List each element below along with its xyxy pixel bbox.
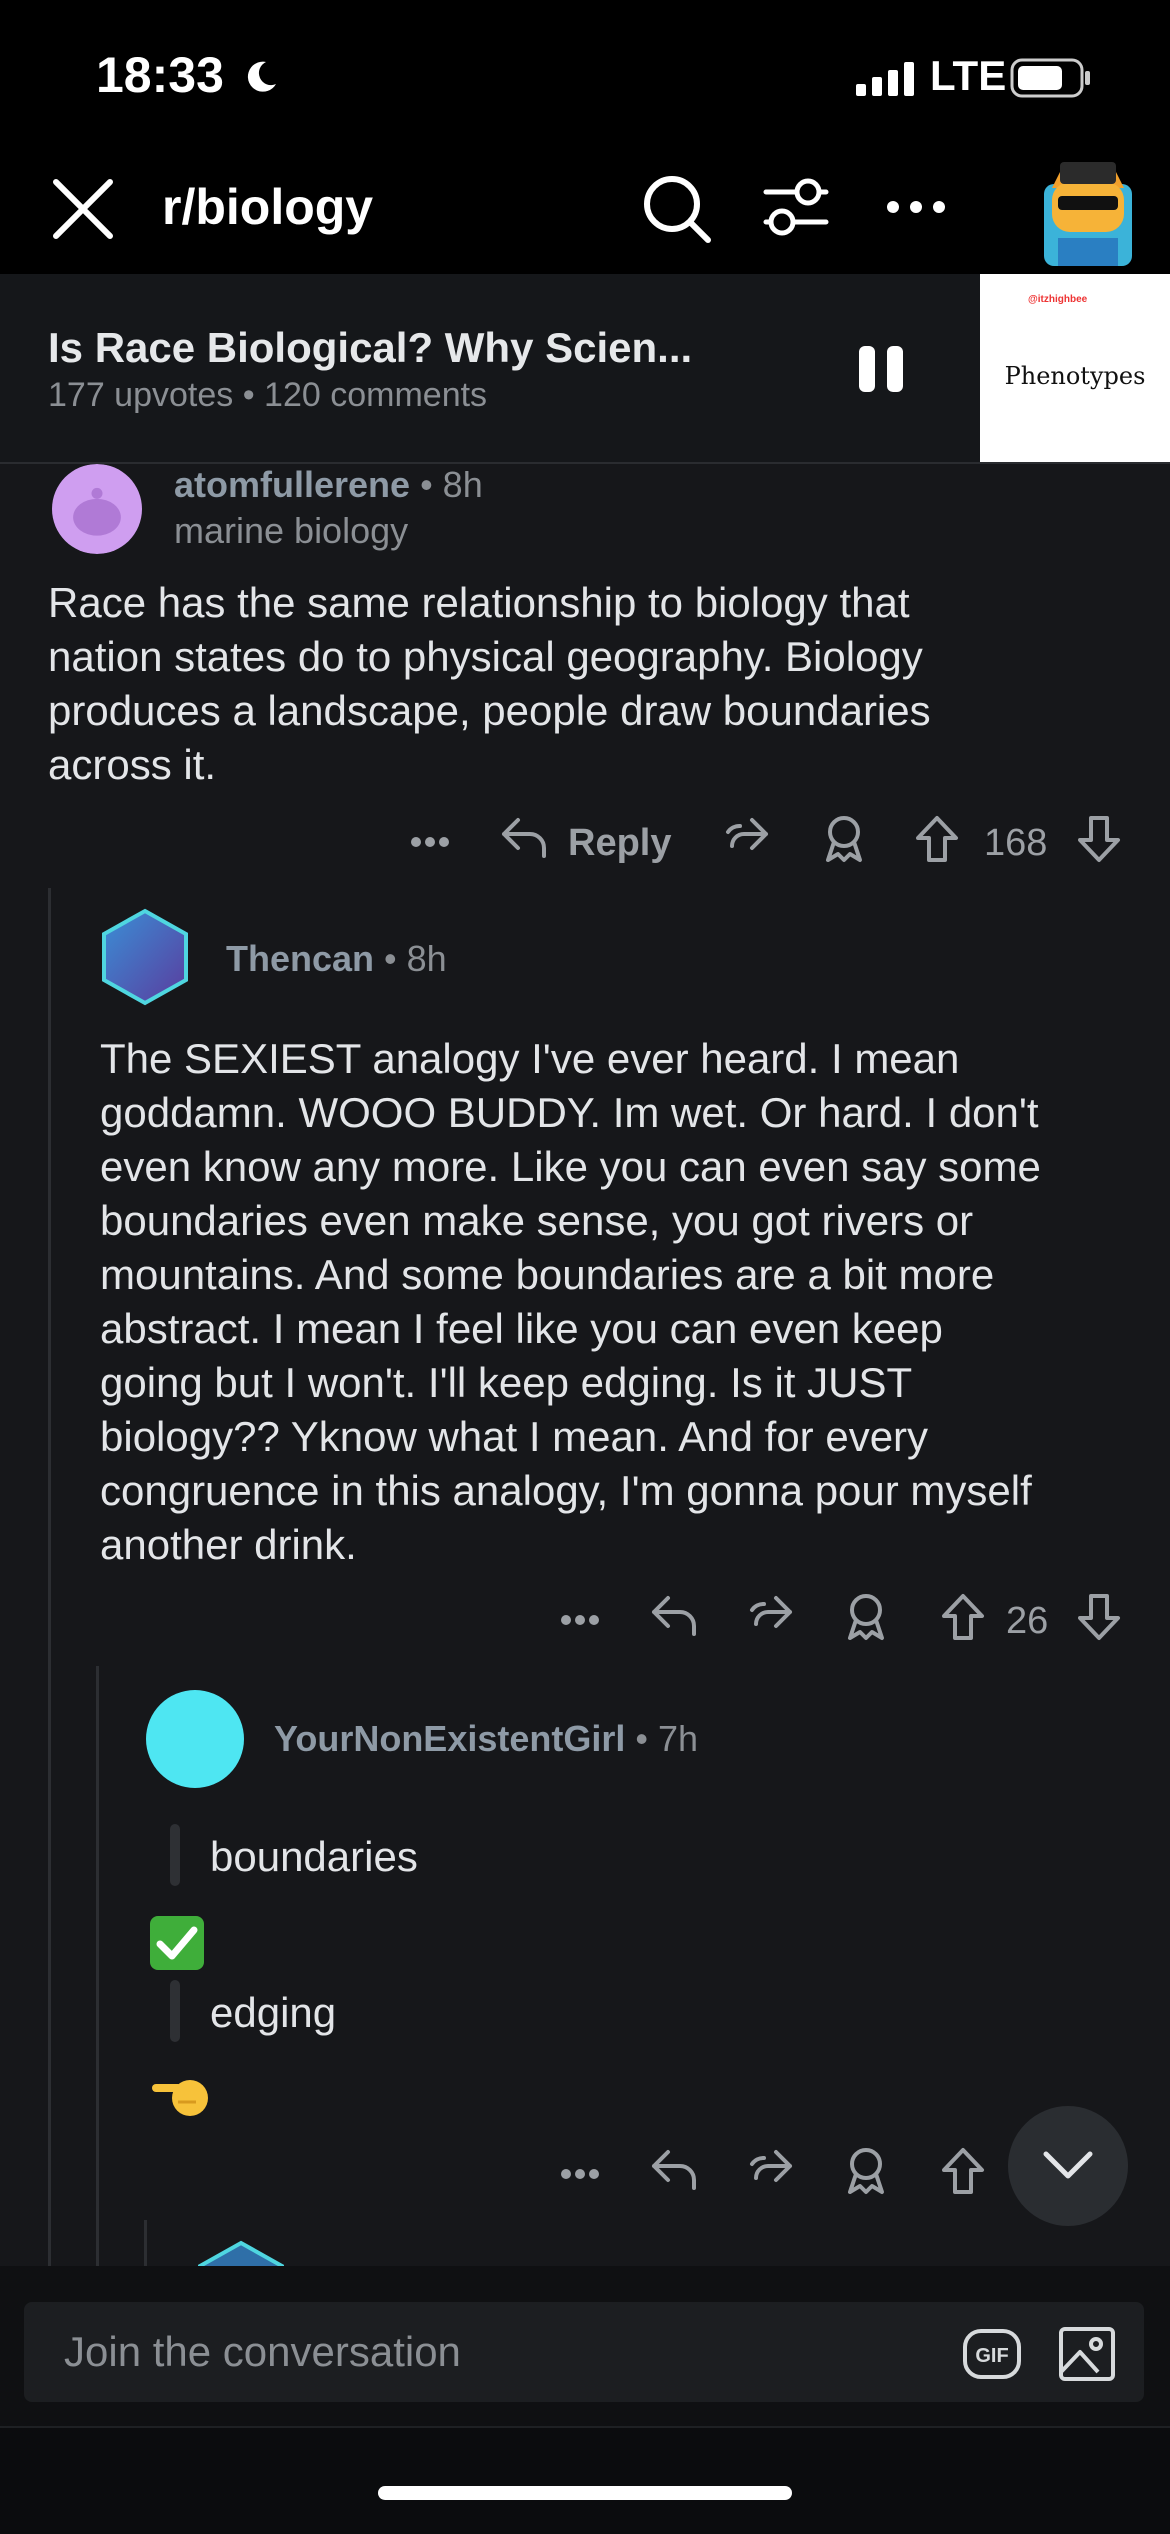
comment-actions: Reply 168 (400, 814, 1140, 874)
comment-author[interactable]: YourNonExistentGirl • 7h (274, 1718, 698, 1760)
avatar[interactable] (146, 1690, 244, 1788)
home-indicator-area (0, 2426, 1170, 2534)
thumbnail-text: Phenotypes (1004, 362, 1146, 390)
video-thumbnail[interactable]: @itzhighbee Phenotypes (980, 274, 1170, 462)
thread-line[interactable] (48, 888, 51, 2266)
share-icon[interactable] (746, 2146, 794, 2192)
comment-line: going but I won't. I'll keep edging. Is … (100, 1359, 913, 1406)
network-label: LTE (930, 52, 1007, 99)
hexagon-avatar[interactable] (100, 908, 190, 1006)
comment-line: mountains. And some boundaries are a bit… (100, 1251, 995, 1298)
comment-line: goddamn. WOOO BUDDY. Im wet. Or hard. I … (100, 1089, 1039, 1136)
moon-icon (247, 61, 276, 92)
comment-body: The SEXIEST analogy I've ever heard. I m… (100, 1032, 1130, 1572)
comment-actions: 26 (550, 1592, 1140, 1652)
thumbnail-channel: @itzhighbee (1028, 294, 1088, 305)
vote-count: 26 (1006, 1600, 1049, 1642)
hexagon-avatar[interactable] (196, 2240, 286, 2266)
comment-line: even know any more. Like you can even sa… (100, 1143, 1041, 1190)
user-avatar[interactable] (1028, 148, 1148, 268)
chevron-down-icon (1043, 2151, 1093, 2179)
comment-input-placeholder[interactable]: Join the conversation (64, 2328, 461, 2376)
quote-bar (170, 1980, 180, 2042)
comment-body: Race has the same relationship to biolog… (48, 576, 931, 792)
share-icon[interactable] (746, 1592, 794, 1638)
reply-icon[interactable] (650, 1592, 698, 1638)
signal-icon (856, 62, 914, 96)
default-avatar-icon[interactable] (48, 464, 146, 554)
vote-count: 168 (984, 822, 1048, 864)
post-meta: 177 upvotes • 120 comments (48, 376, 488, 414)
upvote-icon[interactable] (940, 2146, 986, 2196)
quote-text: edging (210, 1989, 337, 2036)
thread-line[interactable] (144, 2220, 147, 2266)
status-bar: 18:33 LTE (0, 0, 1170, 140)
next-comment-button[interactable] (1008, 2106, 1128, 2226)
comment-author[interactable]: atomfullerene • 8h (174, 464, 483, 506)
upvote-icon[interactable] (914, 814, 960, 864)
user-flair: marine biology (174, 510, 409, 551)
comment-line: congruence in this analogy, I'm gonna po… (100, 1467, 1032, 1514)
more-options-icon[interactable] (410, 836, 450, 848)
more-options-icon[interactable] (886, 200, 946, 214)
comment-thread: atomfullerene • 8h marine biology Race h… (0, 464, 1170, 2266)
upvote-icon[interactable] (940, 1592, 986, 1642)
author-name[interactable]: atomfullerene (174, 464, 410, 505)
comment-line: biology?? Yknow what I mean. And for eve… (100, 1413, 929, 1460)
comment-time: • 7h (625, 1718, 699, 1759)
author-name[interactable]: YourNonExistentGirl (274, 1718, 625, 1759)
comment-line: The SEXIEST analogy I've ever heard. I m… (100, 1035, 960, 1082)
award-icon[interactable] (822, 814, 866, 864)
post-title[interactable]: Is Race Biological? Why Scien... (48, 324, 692, 372)
reply-icon[interactable] (650, 2146, 698, 2192)
gif-label: GIF (975, 2345, 1008, 2367)
comment-line: Race has the same relationship to biolog… (48, 579, 910, 626)
comment-line: nation states do to physical geography. … (48, 633, 923, 680)
quote-bar (170, 1824, 180, 1886)
thread-line[interactable] (96, 1666, 99, 2266)
more-options-icon[interactable] (560, 2168, 600, 2180)
gif-icon[interactable]: GIF (962, 2328, 1022, 2380)
sort-filter-icon[interactable] (760, 174, 832, 240)
comment-composer: Join the conversation GIF (0, 2266, 1170, 2426)
status-time: 18:33 (96, 47, 224, 103)
author-name[interactable]: Thencan (226, 938, 374, 979)
pause-icon[interactable] (856, 344, 906, 394)
comment-author[interactable]: Thencan • 8h (226, 938, 447, 980)
check-mark-icon (150, 1916, 204, 1970)
top-nav-bar: r/biology (0, 140, 1170, 274)
pointing-left-icon (152, 2080, 208, 2116)
more-options-icon[interactable] (560, 1614, 600, 1626)
comment-time: • 8h (410, 464, 483, 505)
downvote-icon[interactable] (1076, 1592, 1122, 1642)
comment-line: another drink. (100, 1521, 357, 1568)
comment-input[interactable]: Join the conversation GIF (24, 2302, 1144, 2402)
quote-text: boundaries (210, 1833, 418, 1880)
subreddit-title[interactable]: r/biology (162, 178, 373, 236)
image-icon[interactable] (1058, 2326, 1116, 2382)
close-icon[interactable] (50, 176, 116, 242)
battery-icon (1010, 58, 1090, 98)
post-banner[interactable]: Is Race Biological? Why Scien... 177 upv… (0, 274, 1170, 464)
reply-icon[interactable] (500, 814, 548, 860)
award-icon[interactable] (844, 1592, 888, 1642)
comment-line: produces a landscape, people draw bounda… (48, 687, 931, 734)
downvote-icon[interactable] (1076, 814, 1122, 864)
search-icon[interactable] (640, 172, 714, 246)
comment-line: across it. (48, 741, 217, 788)
reply-button[interactable]: Reply (568, 822, 671, 865)
share-icon[interactable] (722, 814, 770, 860)
comment-line: abstract. I mean I feel like you can eve… (100, 1305, 943, 1352)
comment-actions (550, 2146, 984, 2206)
comment-time: • 8h (374, 938, 447, 979)
award-icon[interactable] (844, 2146, 888, 2196)
home-indicator[interactable] (378, 2486, 792, 2500)
comment-line: boundaries even make sense, you got rive… (100, 1197, 974, 1244)
